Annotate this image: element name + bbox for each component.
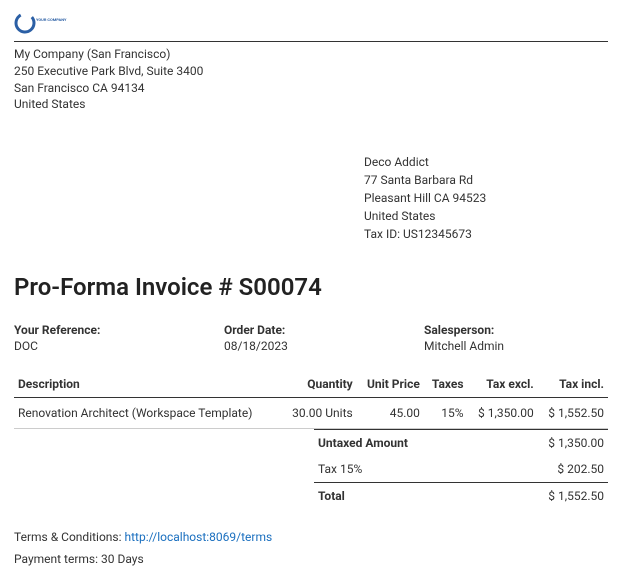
order-date-value: 08/18/2023	[224, 339, 424, 353]
reference-label: Your Reference:	[14, 323, 224, 337]
logo-row: YOUR COMPANY	[14, 12, 608, 37]
company-address: My Company (San Francisco) 250 Executive…	[14, 46, 608, 113]
terms-link[interactable]: http://localhost:8069/terms	[125, 530, 273, 544]
header-divider	[14, 41, 608, 42]
customer-country: United States	[364, 207, 608, 225]
totals-tax-row: Tax 15% $ 202.50	[314, 456, 608, 482]
salesperson-label: Salesperson:	[424, 323, 608, 337]
order-date-label: Order Date:	[224, 323, 424, 337]
meta-row: Your Reference: DOC Order Date: 08/18/20…	[14, 323, 608, 353]
line-tax-incl: $ 1,552.50	[538, 398, 608, 429]
totals-block: Untaxed Amount $ 1,350.00 Tax 15% $ 202.…	[14, 429, 608, 509]
customer-name: Deco Addict	[364, 153, 608, 171]
untaxed-label: Untaxed Amount	[318, 436, 408, 450]
meta-salesperson: Salesperson: Mitchell Admin	[424, 323, 608, 353]
totals-total-row: Total $ 1,552.50	[314, 482, 608, 509]
tax-value: $ 202.50	[557, 462, 604, 476]
meta-order-date: Order Date: 08/18/2023	[224, 323, 424, 353]
company-city: San Francisco CA 94134	[14, 80, 608, 97]
col-quantity: Quantity	[281, 371, 357, 398]
salesperson-value: Mitchell Admin	[424, 339, 608, 353]
company-street: 250 Executive Park Blvd, Suite 3400	[14, 63, 608, 80]
reference-value: DOC	[14, 339, 224, 353]
customer-city: Pleasant Hill CA 94523	[364, 189, 608, 207]
terms-conditions-line: Terms & Conditions: http://localhost:806…	[14, 527, 608, 549]
line-unit-price: 45.00	[357, 398, 424, 429]
total-label: Total	[318, 489, 345, 503]
col-tax-excl: Tax excl.	[468, 371, 538, 398]
lines-table: Description Quantity Unit Price Taxes Ta…	[14, 371, 608, 429]
totals-untaxed-row: Untaxed Amount $ 1,350.00	[314, 429, 608, 456]
svg-text:YOUR COMPANY: YOUR COMPANY	[36, 17, 67, 22]
tax-label: Tax 15%	[318, 462, 362, 476]
company-logo: YOUR COMPANY	[14, 12, 74, 37]
customer-tax-id: Tax ID: US12345673	[364, 225, 608, 243]
meta-reference: Your Reference: DOC	[14, 323, 224, 353]
table-header-row: Description Quantity Unit Price Taxes Ta…	[14, 371, 608, 398]
col-unit-price: Unit Price	[357, 371, 424, 398]
line-tax-excl: $ 1,350.00	[468, 398, 538, 429]
terms-conditions-label: Terms & Conditions:	[14, 530, 125, 544]
terms-block: Terms & Conditions: http://localhost:806…	[14, 527, 608, 570]
table-row: Renovation Architect (Workspace Template…	[14, 398, 608, 429]
customer-address: Deco Addict 77 Santa Barbara Rd Pleasant…	[364, 153, 608, 243]
company-name: My Company (San Francisco)	[14, 46, 608, 63]
line-description: Renovation Architect (Workspace Template…	[14, 398, 281, 429]
company-country: United States	[14, 96, 608, 113]
customer-street: 77 Santa Barbara Rd	[364, 171, 608, 189]
line-taxes: 15%	[424, 398, 468, 429]
col-taxes: Taxes	[424, 371, 468, 398]
col-description: Description	[14, 371, 281, 398]
line-quantity: 30.00 Units	[281, 398, 357, 429]
untaxed-value: $ 1,350.00	[548, 436, 604, 450]
total-value: $ 1,552.50	[548, 489, 604, 503]
document-title: Pro-Forma Invoice # S00074	[14, 273, 608, 301]
col-tax-incl: Tax incl.	[538, 371, 608, 398]
